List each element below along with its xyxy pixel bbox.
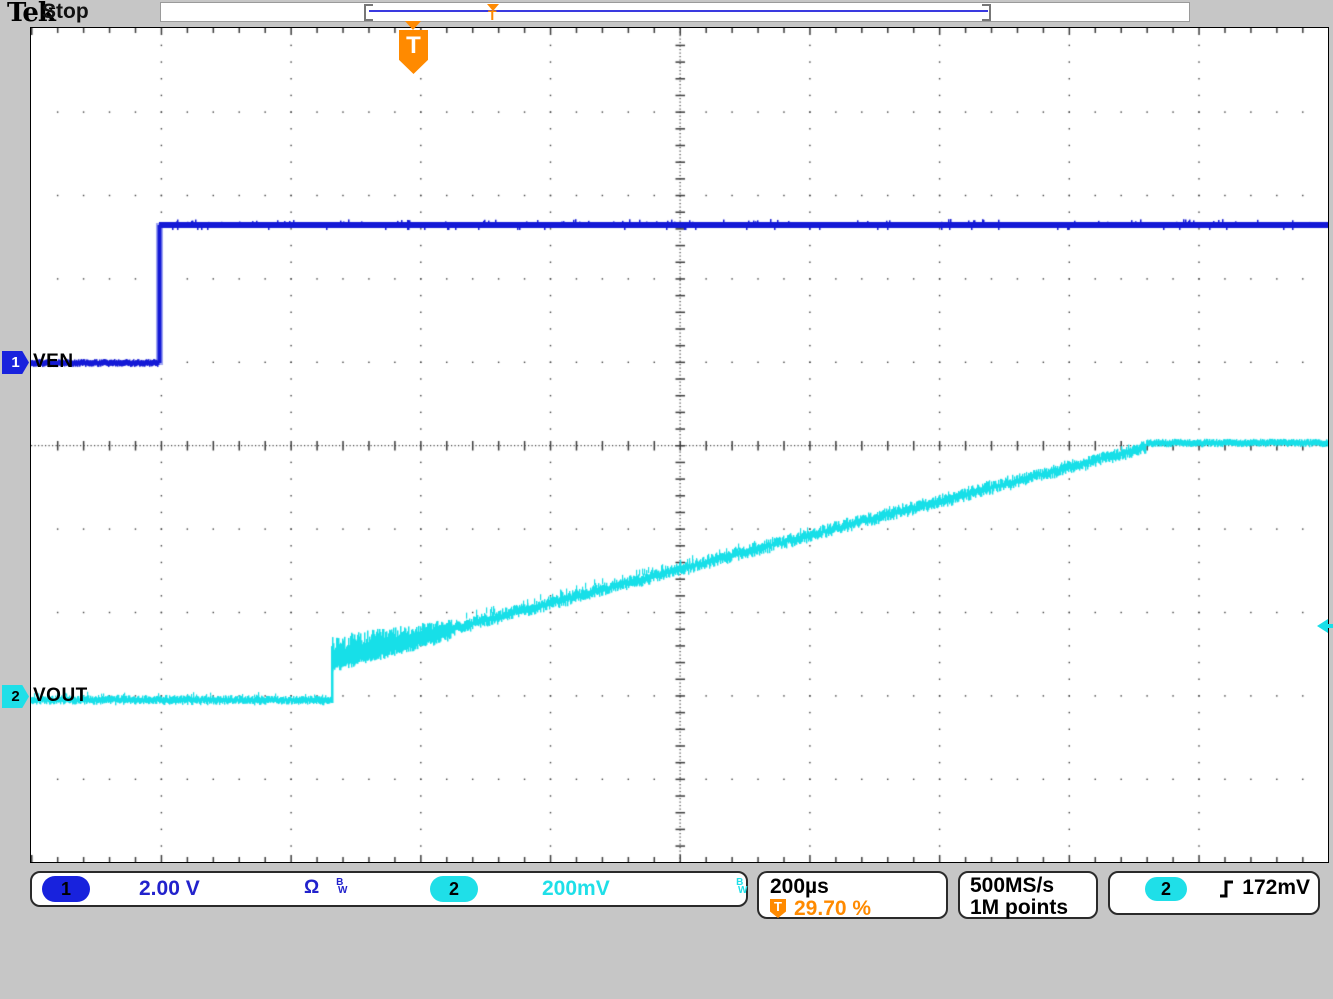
acquisition-status: Stop xyxy=(42,0,89,24)
ch1-waveform-label: VEN xyxy=(33,351,74,373)
acquisition-readout-box: 500MS/s 1M points xyxy=(958,871,1098,919)
window-right-bracket xyxy=(982,4,991,21)
record-trigger-t-icon: T xyxy=(488,8,497,22)
ch2-scale-readout: 200mV xyxy=(542,877,610,901)
trigger-source-badge: 2 xyxy=(1145,877,1187,901)
ch1-coupling-readout: Ω xyxy=(304,877,319,899)
trigger-position-arrow-icon xyxy=(405,21,421,30)
timebase-readout-box: 200µs T 29.70 % xyxy=(757,871,948,919)
sample-rate-readout: 500MS/s xyxy=(970,874,1054,898)
ch1-scale-readout: 2.00 V xyxy=(139,877,200,901)
ch1-bandwidth-icon: BW xyxy=(332,879,347,895)
record-length-readout: 1M points xyxy=(970,896,1068,920)
record-window-line xyxy=(369,10,988,12)
trigger-t-icon: T xyxy=(770,899,786,918)
ch1-reference-marker: 1 xyxy=(2,351,29,374)
waveform-display xyxy=(30,27,1329,863)
rising-edge-icon xyxy=(1218,878,1236,900)
trigger-level-arrow-tail xyxy=(1327,624,1333,628)
ch2-reference-marker: 2 xyxy=(2,685,29,708)
ch2-badge: 2 xyxy=(430,876,478,902)
channel-readout-box: 1 2.00 V Ω BW 2 200mV BW xyxy=(30,871,748,907)
trigger-level-readout: 172mV xyxy=(1242,876,1310,900)
timebase-scale-readout: 200µs xyxy=(770,875,829,899)
ch2-waveform-label: VOUT xyxy=(33,685,88,707)
trigger-readout-box: 2 172mV xyxy=(1108,871,1320,915)
ch1-badge: 1 xyxy=(42,876,90,902)
window-left-bracket xyxy=(364,4,373,21)
record-position-bar: T xyxy=(160,2,1190,22)
trigger-position-readout: 29.70 % xyxy=(794,897,871,921)
ch2-bandwidth-icon: BW xyxy=(732,879,747,895)
waveform-canvas xyxy=(31,28,1328,862)
oscilloscope-screen: { "header": { "logo": "Tek", "acq_status… xyxy=(0,0,1333,999)
